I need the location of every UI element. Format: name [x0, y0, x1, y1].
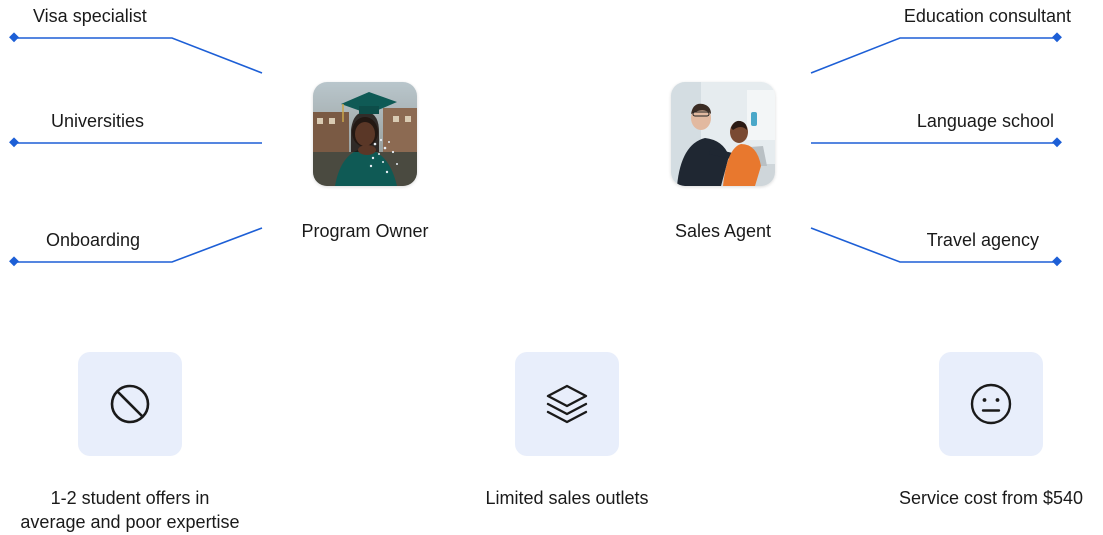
connector-node: [9, 137, 19, 148]
feature-text-sales-outlets: Limited sales outlets: [485, 486, 648, 510]
sales-agents-photo: [671, 82, 775, 186]
label-travel-agency: Travel agency: [926, 230, 1039, 250]
feature-box-neutral-face: [939, 352, 1043, 456]
layers-icon: [546, 384, 588, 424]
label-education-consultant: Education consultant: [903, 6, 1071, 26]
feature-text-line: 1-2 student offers in: [50, 488, 210, 508]
label-visa-specialist: Visa specialist: [33, 6, 147, 26]
feature-text-student-offers: 1-2 student offers in average and poor e…: [20, 486, 239, 535]
feature-text-line: average and poor expertise: [20, 512, 240, 533]
label-universities: Universities: [51, 111, 145, 131]
feature-box-layers: [515, 352, 619, 456]
caption-sales-agent: Sales Agent: [674, 221, 772, 241]
caption-program-owner: Program Owner: [301, 221, 429, 241]
connector-node: [9, 32, 19, 43]
connector-node: [1052, 137, 1062, 148]
label-onboarding: Onboarding: [46, 230, 141, 250]
connector-node: [9, 256, 19, 267]
connector-node: [1052, 32, 1062, 43]
neutral-face-icon: [970, 383, 1012, 425]
connector-visa-specialist: [14, 37, 263, 74]
connector-node: [1052, 256, 1062, 267]
prohibited-icon: [110, 384, 150, 424]
connector-education-consultant: [810, 37, 1057, 74]
graduate-photo: [313, 82, 417, 186]
label-language-school: Language school: [916, 111, 1054, 131]
feature-text-service-cost: Service cost from $540: [899, 486, 1083, 510]
feature-box-prohibited: [78, 352, 182, 456]
feature-text-line: Limited sales outlets: [485, 488, 649, 508]
feature-text-line: Service cost from $540: [898, 488, 1084, 508]
